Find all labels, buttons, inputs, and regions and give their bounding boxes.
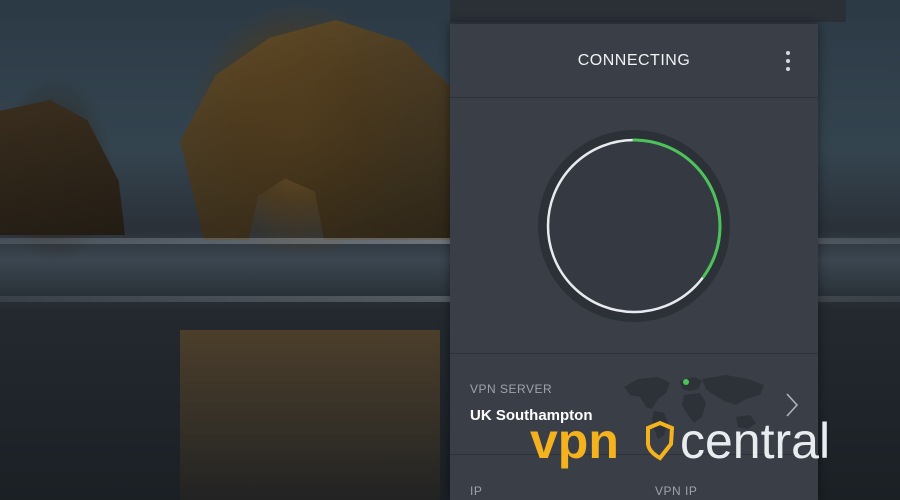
watermark-brand-part2: central [680, 413, 830, 469]
watermark-brand-part1: vpn [530, 413, 619, 469]
wallpaper-reflection [180, 330, 440, 500]
wallpaper-rock-arch [180, 20, 450, 240]
connection-status: CONNECTING [577, 51, 691, 69]
wallpaper-rock-left [0, 100, 125, 235]
shield-icon [646, 420, 675, 461]
vpn-server-label: VPN SERVER [470, 382, 553, 396]
vertical-dots-icon[interactable] [778, 46, 798, 76]
connection-ring[interactable] [534, 126, 734, 326]
vpn-ip-label: VPN IP [655, 484, 698, 498]
vpncentral-watermark-logo: vpn central [530, 413, 830, 469]
ip-label: IP [470, 484, 483, 498]
connect-ring-area [450, 98, 818, 353]
vpn-header: CONNECTING [450, 24, 818, 98]
window-behind-topbar [450, 0, 846, 22]
